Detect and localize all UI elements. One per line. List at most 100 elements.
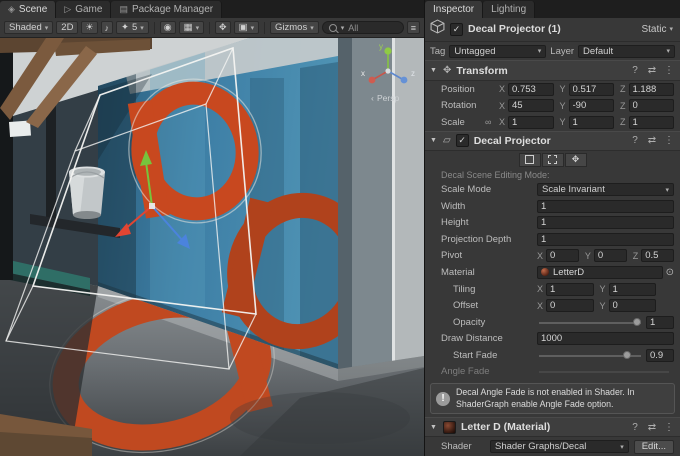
axis-x-label: x [361, 69, 365, 78]
tiling-x-field[interactable] [546, 283, 593, 296]
gameobject-name[interactable]: Decal Projector (1) [468, 23, 636, 35]
foldout-icon[interactable]: ▼ [430, 424, 438, 431]
tool-handle-button[interactable]: ✥ [215, 21, 231, 34]
shader-edit-button[interactable]: Edit... [634, 440, 674, 454]
draw-distance-label: Draw Distance [441, 333, 537, 344]
kebab-menu-icon[interactable]: ⋮ [663, 422, 675, 433]
shader-label: Shader [441, 441, 485, 452]
height-field[interactable] [537, 216, 674, 229]
pivot-x-field[interactable] [546, 249, 579, 262]
slider-handle[interactable] [623, 351, 631, 359]
help-icon[interactable]: ? [629, 422, 641, 433]
shading-mode-dropdown[interactable]: Shaded ▾ [4, 21, 53, 34]
axis-y-handle[interactable] [384, 47, 391, 54]
slider-handle[interactable] [633, 318, 641, 326]
tab-lighting[interactable]: Lighting [483, 1, 535, 18]
chevron-down-icon: ▾ [666, 47, 670, 55]
axis-z-label: Z [620, 117, 626, 127]
chevron-down-icon: ▾ [341, 24, 345, 32]
scale-x-field[interactable] [508, 116, 553, 129]
axis-x-handle[interactable] [369, 77, 376, 84]
persp-label[interactable]: Persp [377, 93, 399, 103]
grid-dropdown[interactable]: ▦ ▾ [179, 21, 205, 34]
offset-y-field[interactable] [609, 299, 656, 312]
camera-dropdown[interactable]: ▣ ▾ [234, 21, 260, 34]
preset-icon[interactable]: ⇄ [646, 65, 658, 76]
axis-z-handle[interactable] [401, 77, 408, 84]
overlay-menu-button[interactable]: ≡ [407, 21, 420, 34]
tag-dropdown[interactable]: Untagged ▾ [449, 45, 546, 58]
scene-visibility-toggle[interactable]: ◉ [160, 21, 176, 34]
tab-game[interactable]: ▷ Game [56, 1, 111, 18]
audio-toggle-button[interactable]: ♪ [101, 21, 114, 34]
edit-pivot-button[interactable]: ✥ [565, 153, 587, 167]
axis-y-label: Y [560, 117, 566, 127]
active-checkbox[interactable]: ✓ [450, 23, 463, 36]
edit-crop-button[interactable] [542, 153, 564, 167]
scene-render: y x z ‹ Persp [0, 38, 424, 456]
opacity-label: Opacity [453, 317, 537, 328]
position-z-field[interactable] [629, 83, 674, 96]
material-section-title: Letter D (Material) [461, 421, 624, 433]
shader-dropdown[interactable]: Shader Graphs/Decal ▾ [490, 440, 629, 453]
scene-viewport[interactable]: y x z ‹ Persp [0, 38, 424, 456]
angle-fade-slider [539, 365, 669, 378]
scene-search-input[interactable]: ▾ All [322, 21, 404, 34]
kebab-menu-icon[interactable]: ⋮ [663, 65, 675, 76]
position-y-field[interactable] [569, 83, 614, 96]
projection-depth-field[interactable] [537, 233, 674, 246]
preset-icon[interactable]: ⇄ [646, 135, 658, 146]
draw-distance-row: Draw Distance [425, 330, 680, 347]
scale-link-icon[interactable]: ∞ [485, 117, 499, 127]
gizmos-dropdown[interactable]: Gizmos ▾ [270, 21, 319, 34]
material-object-field[interactable]: LetterD [537, 266, 663, 279]
scale-mode-row: Scale Mode Scale Invariant ▾ [425, 181, 680, 198]
scale-y-field[interactable] [569, 116, 614, 129]
warning-text: Decal Angle Fade is not enabled in Shade… [456, 387, 669, 410]
static-dropdown[interactable]: Static ▾ [641, 24, 675, 35]
start-fade-slider[interactable] [539, 349, 641, 362]
foldout-icon[interactable]: ▼ [430, 137, 438, 144]
scale-mode-dropdown[interactable]: Scale Invariant ▾ [537, 183, 674, 196]
opacity-field[interactable] [646, 316, 674, 329]
component-enabled-checkbox[interactable]: ✓ [456, 134, 469, 147]
scale-row: Scale ∞ X Y Z [425, 114, 680, 131]
kebab-menu-icon[interactable]: ⋮ [663, 135, 675, 146]
start-fade-field[interactable] [646, 349, 674, 362]
rotation-y-field[interactable] [569, 99, 614, 112]
decal-projector-header[interactable]: ▼ ▱ ✓ Decal Projector ? ⇄ ⋮ [425, 131, 680, 152]
chevron-down-icon: ▾ [140, 24, 144, 32]
opacity-slider[interactable] [539, 316, 641, 329]
chevron-down-icon: ▾ [620, 443, 624, 451]
offset-x-field[interactable] [546, 299, 593, 312]
rotation-z-field[interactable] [629, 99, 674, 112]
shader-value: Shader Graphs/Decal [495, 441, 617, 452]
position-x-field[interactable] [508, 83, 553, 96]
preset-icon[interactable]: ⇄ [646, 422, 658, 433]
tiling-y-field[interactable] [609, 283, 656, 296]
layer-dropdown[interactable]: Default ▾ [578, 45, 675, 58]
width-field[interactable] [537, 200, 674, 213]
object-picker-icon[interactable]: ⊙ [666, 267, 674, 278]
pivot-y-field[interactable] [594, 249, 627, 262]
effects-dropdown[interactable]: ✦ 5 ▾ [116, 21, 149, 34]
help-icon[interactable]: ? [629, 135, 641, 146]
material-section-header[interactable]: ▼ Letter D (Material) ? ⇄ ⋮ [425, 417, 680, 438]
tab-package-manager[interactable]: ▤ Package Manager [111, 1, 222, 18]
help-icon[interactable]: ? [629, 65, 641, 76]
scale-z-field[interactable] [629, 116, 674, 129]
draw-distance-field[interactable] [537, 332, 674, 345]
axis-z-label: Z [620, 84, 626, 94]
projection-depth-row: Projection Depth [425, 231, 680, 248]
pivot-z-field[interactable] [641, 249, 674, 262]
edit-box-button[interactable] [519, 153, 541, 167]
transform-header[interactable]: ▼ ✥ Transform ? ⇄ ⋮ [425, 60, 680, 81]
2d-toggle-button[interactable]: 2D [56, 21, 78, 34]
rotation-x-field[interactable] [508, 99, 553, 112]
visibility-icon: ◉ [164, 22, 172, 33]
lighting-toggle-button[interactable]: ☀ [81, 21, 97, 34]
tab-scene[interactable]: ◈ Scene [0, 1, 56, 18]
foldout-icon[interactable]: ▼ [430, 67, 438, 74]
tab-inspector[interactable]: Inspector [425, 1, 483, 18]
axis-y-label: Y [600, 301, 606, 311]
